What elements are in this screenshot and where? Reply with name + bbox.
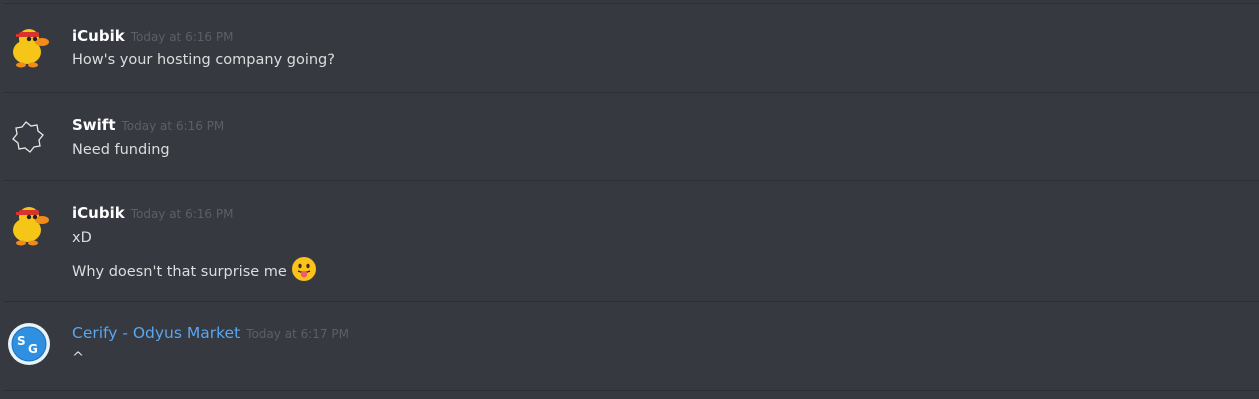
duck-avatar-icon[interactable] [7,203,51,247]
message-text: Need funding [72,142,170,158]
avatar-letter-g: G [28,342,38,356]
message-header: Cerify - Odyus Market Today at 6:17 PM [72,323,349,344]
message-text: Why doesn't that surprise me [72,264,287,280]
message-text: ^ [72,350,85,366]
message-group: iCubik Today at 6:16 PM xD Why doesn't th… [0,181,1259,302]
username[interactable]: Swift [72,116,116,134]
message-text: xD [72,230,92,246]
message-group: Swift Today at 6:16 PM Need funding [0,93,1259,181]
username[interactable]: iCubik [72,204,125,222]
timestamp: Today at 6:16 PM [130,30,234,44]
avatar-letter-s: S [17,334,26,348]
username[interactable]: iCubik [72,27,125,45]
message-header: Swift Today at 6:16 PM [72,115,224,136]
tongue-out-emoji-icon [291,256,317,288]
message-header: iCubik Today at 6:16 PM [72,26,233,47]
star-outline-avatar-icon[interactable] [7,114,51,158]
message-text-line: Why doesn't that surprise me [72,256,317,288]
message-group: iCubik Today at 6:16 PM How's your hostin… [0,0,1259,93]
timestamp: Today at 6:16 PM [121,119,225,133]
chat-message-list: iCubik Today at 6:16 PM How's your hostin… [0,0,1259,399]
message-header: iCubik Today at 6:16 PM [72,203,233,224]
username[interactable]: Cerify - Odyus Market [72,324,240,342]
sg-avatar-icon[interactable]: S G [7,322,51,366]
message-group: S G Cerify - Odyus Market Today at 6:17 P… [0,302,1259,399]
duck-avatar-icon[interactable] [7,25,51,69]
divider [4,390,1259,391]
message-text: How's your hosting company going? [72,52,335,68]
timestamp: Today at 6:17 PM [246,327,349,341]
timestamp: Today at 6:16 PM [130,207,234,221]
